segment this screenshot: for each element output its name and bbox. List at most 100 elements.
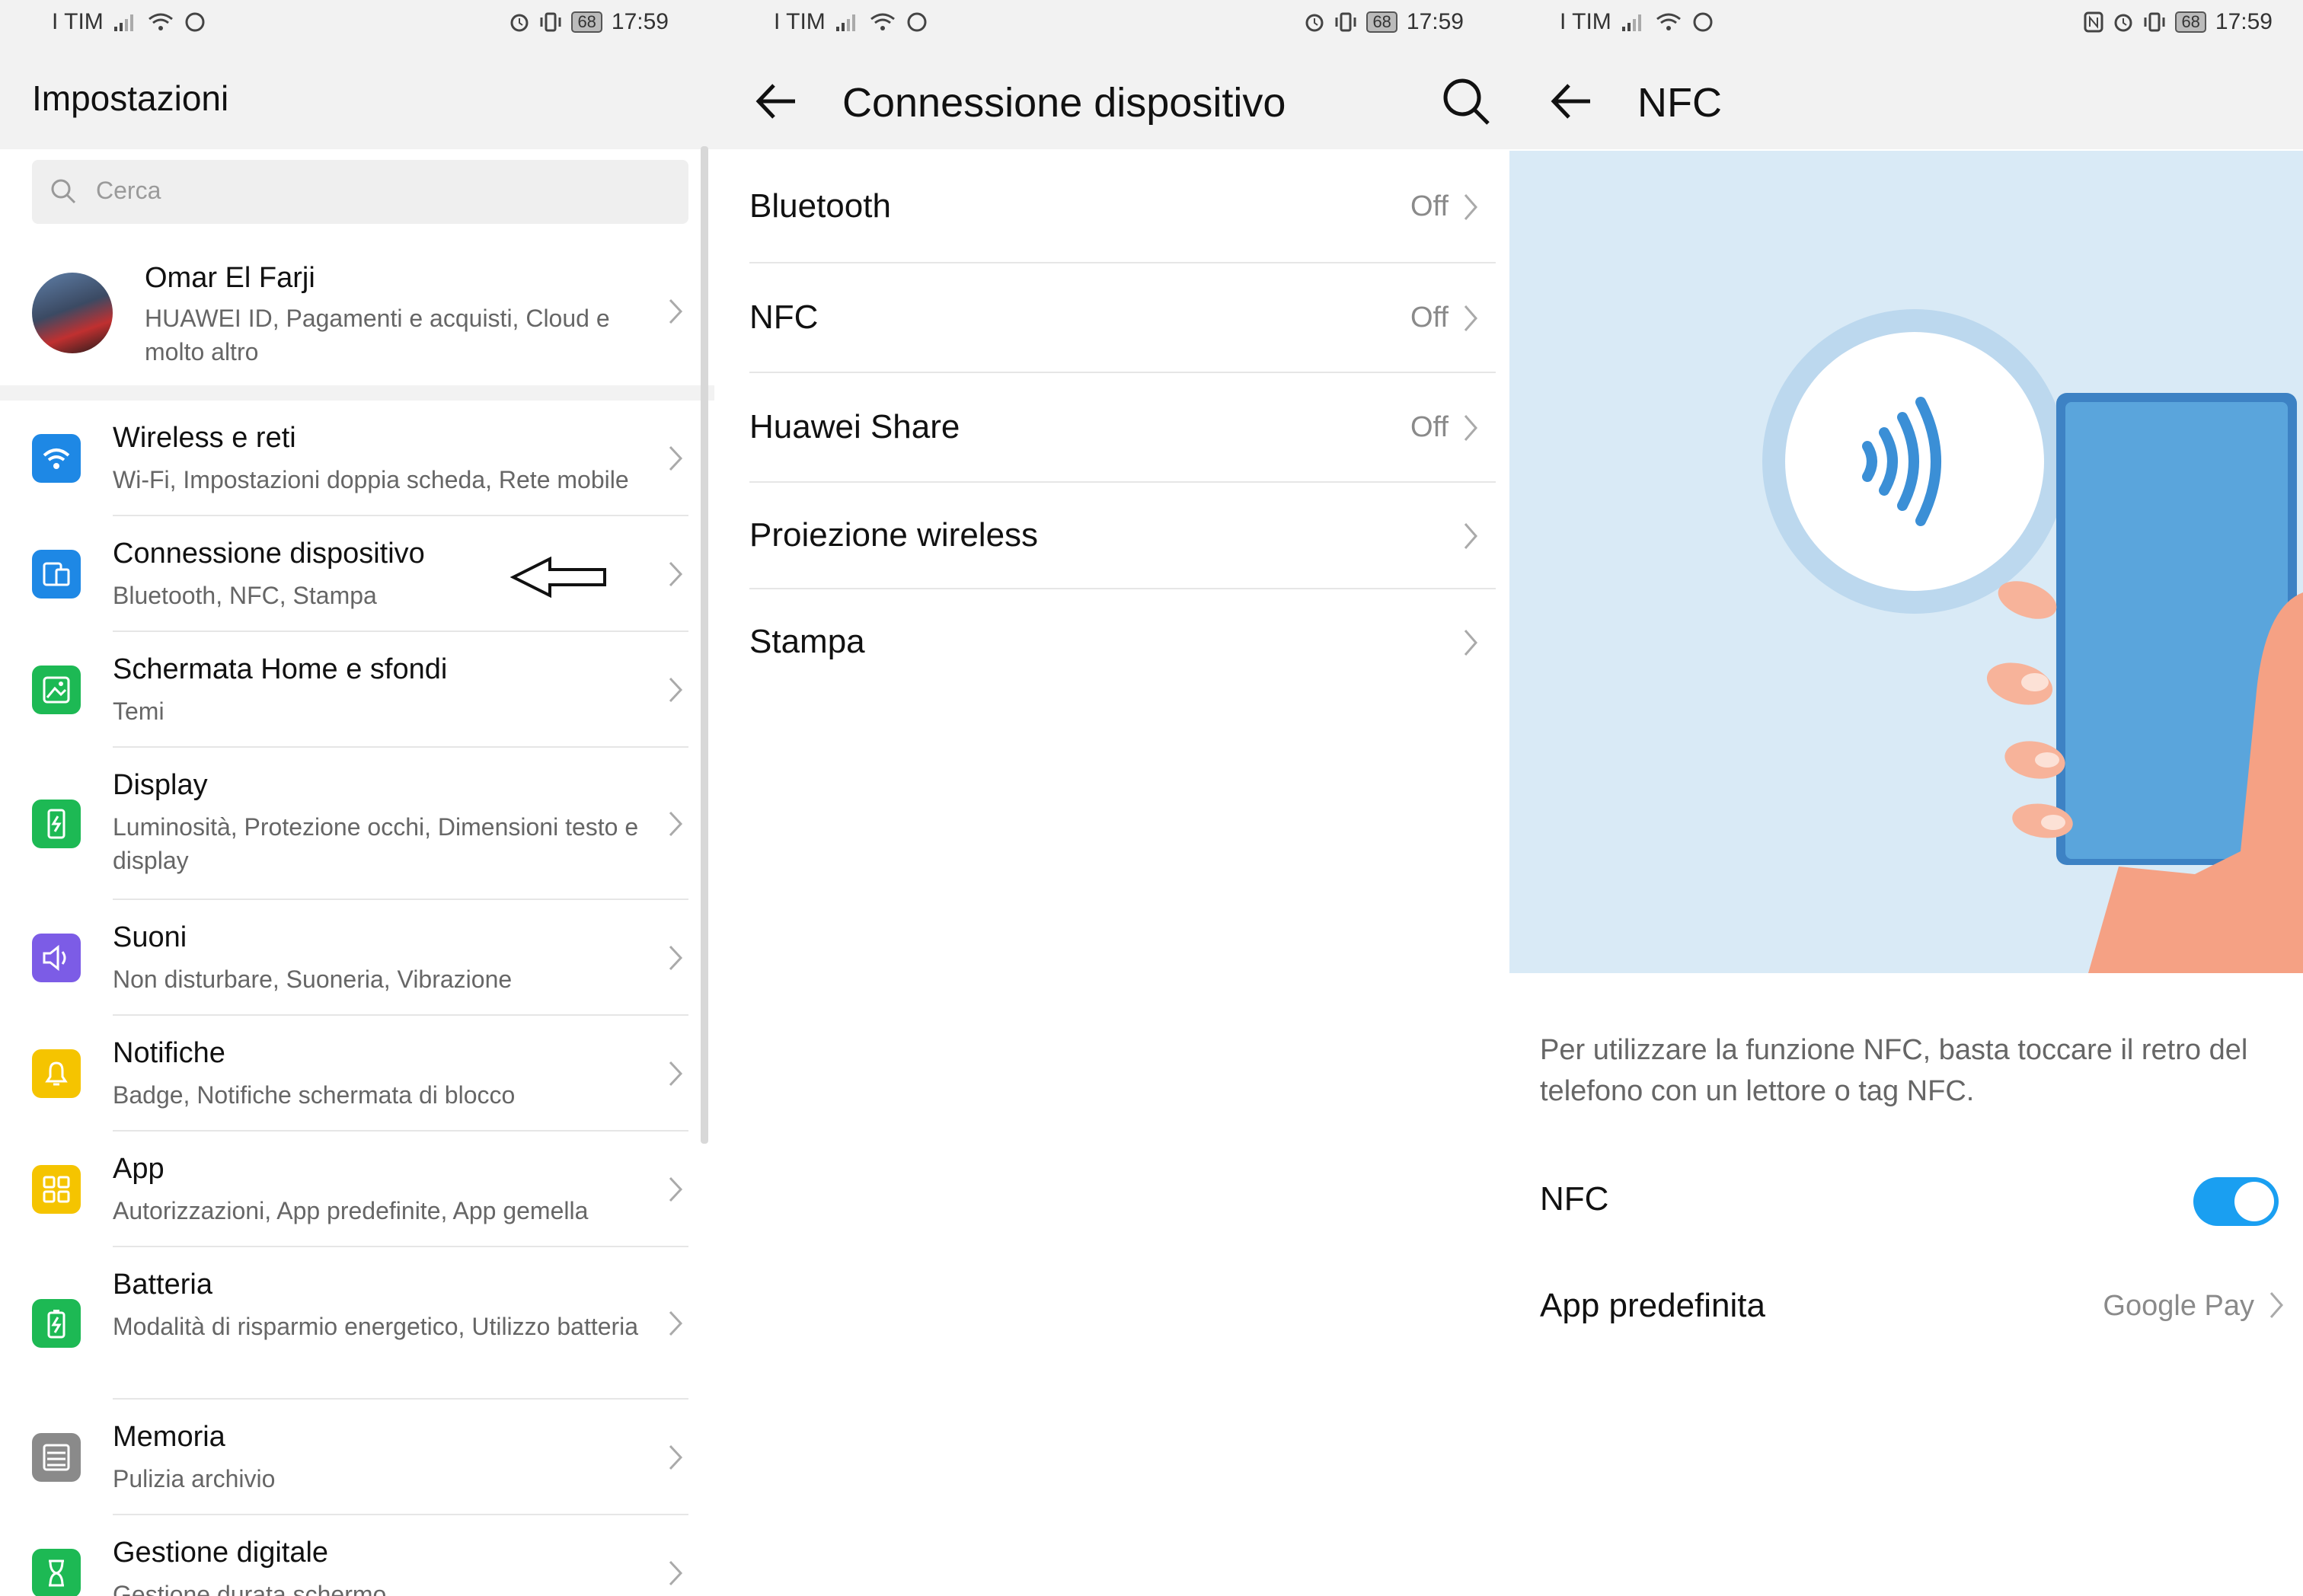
nfc-toggle-row[interactable]: NFC [1509,1157,2303,1249]
default-app-row[interactable]: App predefinita Google Pay [1509,1264,2303,1355]
chevron-right-icon [1462,521,1479,555]
list-item-bluetooth[interactable]: Bluetooth Off [714,151,1509,263]
signal-icon [1621,13,1645,31]
clock: 17:59 [1406,9,1464,34]
nfc-toggle[interactable] [2193,1177,2279,1226]
vibrate-icon [1334,11,1357,33]
signal-icon [835,13,859,31]
battery-icon [32,1299,81,1348]
list-item-stampa[interactable]: Stampa [714,589,1509,696]
settings-item-display[interactable]: Display Luminosità, Protezione occhi, Dim… [0,748,714,900]
settings-item-subtitle: Pulizia archivio [113,1465,276,1492]
battery-status: 68 [571,11,602,33]
list-item-status: Off [1410,411,1449,443]
chevron-right-icon [1462,413,1479,447]
settings-item-schermata-home-e-sfondi[interactable]: Schermata Home e sfondi Temi [0,632,714,748]
wifi-status-icon [870,12,896,32]
list-item-nfc[interactable]: NFC Off [714,263,1509,373]
settings-screen: I TIM 68 17:59 Impostazioni Cerca Omar E… [0,0,714,1596]
settings-item-gestione-digitale[interactable]: Gestione digitale Gestione durata schermo [0,1515,714,1596]
settings-item-title: Memoria [113,1421,225,1453]
sound-icon [32,934,81,982]
device-connection-screen: I TIM 68 17:59 Connessione dispositivo B… [714,0,1509,1596]
settings-item-subtitle: Wi-Fi, Impostazioni doppia scheda, Rete … [113,466,629,493]
chevron-right-icon [667,560,684,592]
status-bar: I TIM 68 17:59 [0,0,714,49]
settings-item-batteria[interactable]: Batteria Modalità di risparmio energetico… [0,1247,714,1400]
chevron-right-icon [667,943,684,976]
chevron-right-icon [667,1175,684,1208]
alarm-icon [2113,11,2134,33]
toggle-knob [2234,1182,2274,1221]
whatsapp-icon [184,11,206,33]
chevron-right-icon [667,297,684,330]
settings-item-title: Schermata Home e sfondi [113,653,448,685]
nfc-screen: I TIM 68 17:59 NFC Per utilizzare la fun… [1509,0,2303,1596]
list-item-huawei-share[interactable]: Huawei Share Off [714,373,1509,483]
settings-item-subtitle: Autorizzazioni, App predefinite, App gem… [113,1197,589,1224]
list-item-status: Off [1410,190,1449,222]
clock: 17:59 [2215,9,2273,34]
arrow-pointer-icon [509,554,609,604]
chevron-right-icon [1462,627,1479,662]
storage-icon [32,1433,81,1482]
chevron-right-icon [2268,1290,2285,1324]
nfc-label: NFC [1540,1180,1609,1218]
carrier-label: I TIM [774,9,826,34]
settings-item-subtitle: Temi [113,697,164,725]
settings-item-memoria[interactable]: Memoria Pulizia archivio [0,1400,714,1515]
search-input[interactable]: Cerca [32,160,688,224]
chevron-right-icon [667,1309,684,1342]
status-bar: I TIM 68 17:59 [1509,0,2303,49]
whatsapp-icon [906,11,928,33]
hourglass-icon [32,1549,81,1596]
vibrate-icon [2143,11,2166,33]
settings-item-title: Gestione digitale [113,1537,329,1569]
settings-header: Impostazioni [0,49,714,149]
default-app-value: Google Pay [2103,1290,2254,1322]
list-item-status: Off [1410,302,1449,334]
settings-item-app[interactable]: App Autorizzazioni, App predefinite, App … [0,1132,714,1247]
settings-item-title: Connessione dispositivo [113,538,425,570]
wifi-status-icon [148,12,174,32]
nfc-description: Per utilizzare la funzione NFC, basta to… [1540,1034,2248,1107]
list-item-proiezione-wireless[interactable]: Proiezione wireless [714,483,1509,589]
search-button[interactable] [1436,72,1497,132]
nfc-header: NFC [1509,49,2303,149]
wallpaper-icon [32,666,81,714]
settings-item-suoni[interactable]: Suoni Non disturbare, Suoneria, Vibrazion… [0,900,714,1016]
back-button[interactable] [1544,75,1598,128]
settings-item-subtitle: Badge, Notifiche schermata di blocco [113,1081,516,1109]
list-item-title: Huawei Share [749,408,960,445]
profile-subtitle: HUAWEI ID, Pagamenti e acquisti, Cloud e… [145,305,610,365]
chevron-right-icon [667,675,684,708]
settings-item-subtitle: Luminosità, Protezione occhi, Dimensioni… [113,813,639,874]
bell-icon [32,1049,81,1098]
settings-item-subtitle: Non disturbare, Suoneria, Vibrazione [113,966,513,993]
chevron-right-icon [667,809,684,842]
profile-name: Omar El Farji [145,262,315,294]
apps-grid-icon [32,1165,81,1214]
list-item-title: Stampa [749,623,865,660]
arrow-left-icon [755,84,795,119]
page-title: Connessione dispositivo [842,80,1286,126]
back-button[interactable] [749,75,803,128]
profile-row[interactable]: Omar El Farji HUAWEI ID, Pagamenti e acq… [0,251,714,388]
settings-item-notifiche[interactable]: Notifiche Badge, Notifiche schermata di b… [0,1016,714,1132]
wifi-icon [32,434,81,483]
avatar [32,273,113,353]
chevron-right-icon [667,1559,684,1591]
default-app-label: App predefinita [1540,1287,1765,1324]
battery-status: 68 [2175,11,2206,33]
battery-status: 68 [1366,11,1397,33]
chevron-right-icon [1462,303,1479,337]
settings-item-subtitle: Modalità di risparmio energetico, Utiliz… [113,1313,639,1340]
settings-item-wireless-e-reti[interactable]: Wireless e reti Wi-Fi, Impostazioni doppi… [0,401,714,516]
device-connection-header: Connessione dispositivo [714,49,1509,149]
search-icon [1443,78,1490,125]
vibrate-icon [539,11,562,33]
section-divider [0,385,714,401]
settings-item-subtitle: Gestione durata schermo [113,1581,387,1596]
settings-item-title: Notifiche [113,1037,225,1069]
arrow-left-icon [1551,84,1590,119]
